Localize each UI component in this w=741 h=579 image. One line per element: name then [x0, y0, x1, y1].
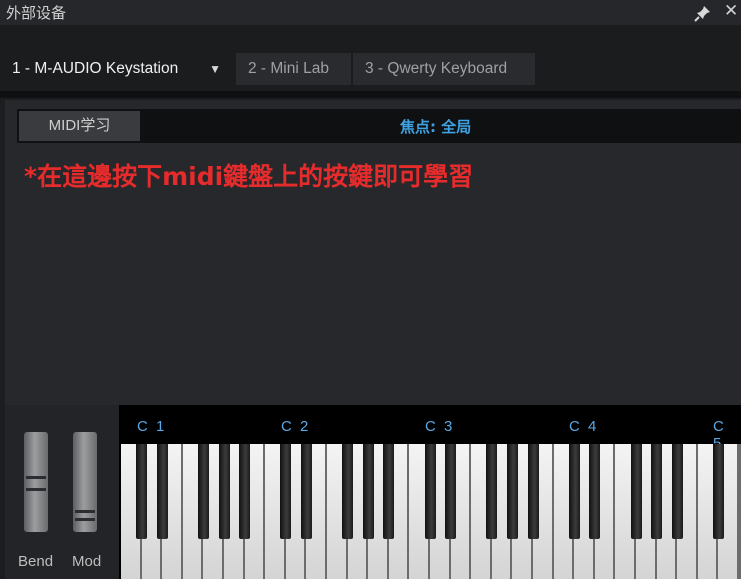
octave-label: C 3	[425, 418, 455, 435]
black-key[interactable]	[239, 444, 251, 539]
black-key[interactable]	[424, 444, 436, 539]
pitch-bend-wheel[interactable]	[24, 432, 48, 532]
chevron-down-icon[interactable]: ▼	[209, 53, 221, 85]
tab-mini-lab[interactable]: 2 - Mini Lab	[236, 53, 351, 85]
divider	[0, 91, 741, 98]
black-key[interactable]	[651, 444, 663, 539]
octave-label: C 2	[281, 418, 311, 435]
black-key[interactable]	[445, 444, 457, 539]
close-icon[interactable]: ✕	[724, 1, 738, 21]
black-key[interactable]	[486, 444, 498, 539]
midi-learn-button[interactable]: MIDI学习	[19, 111, 140, 141]
title-bar: 外部设备 ✕	[0, 0, 741, 25]
black-key[interactable]	[527, 444, 539, 539]
mod-label: Mod	[72, 553, 102, 570]
pin-icon[interactable]	[694, 4, 712, 26]
device-tab-bar: 1 - M-AUDIO Keystation ▼ 2 - Mini Lab 3 …	[0, 25, 741, 91]
tab-label: 1 - M-AUDIO Keystation	[12, 60, 179, 77]
wheel-notch	[26, 476, 46, 479]
black-key[interactable]	[280, 444, 292, 539]
black-key[interactable]	[568, 444, 580, 539]
black-key[interactable]	[383, 444, 395, 539]
black-key[interactable]	[136, 444, 148, 539]
black-key[interactable]	[300, 444, 312, 539]
black-key[interactable]	[156, 444, 168, 539]
octave-label: C 4	[569, 418, 599, 435]
window-title: 外部设备	[6, 4, 67, 22]
black-key[interactable]	[218, 444, 230, 539]
hint-text: *在這邊按下midi鍵盤上的按鍵即可學習	[24, 162, 474, 191]
black-key[interactable]	[712, 444, 724, 539]
tab-label: 3 - Qwerty Keyboard	[365, 60, 508, 77]
octave-label: C 1	[137, 418, 167, 435]
bend-label: Bend	[18, 553, 54, 570]
black-key[interactable]	[197, 444, 209, 539]
mod-wheel[interactable]	[73, 432, 97, 532]
wheel-notch	[75, 510, 95, 513]
wheel-notch	[75, 518, 95, 521]
black-key[interactable]	[506, 444, 518, 539]
black-key[interactable]	[671, 444, 683, 539]
focus-label: 焦点: 全局	[400, 118, 472, 136]
tab-qwerty-keyboard[interactable]: 3 - Qwerty Keyboard	[353, 53, 535, 85]
tab-label: 2 - Mini Lab	[248, 60, 329, 77]
black-key[interactable]	[342, 444, 354, 539]
black-key[interactable]	[362, 444, 374, 539]
black-key[interactable]	[630, 444, 642, 539]
midi-learn-panel	[5, 100, 741, 405]
tab-keystation[interactable]: 1 - M-AUDIO Keystation ▼	[0, 53, 233, 85]
wheel-notch	[26, 488, 46, 491]
black-key[interactable]	[589, 444, 601, 539]
